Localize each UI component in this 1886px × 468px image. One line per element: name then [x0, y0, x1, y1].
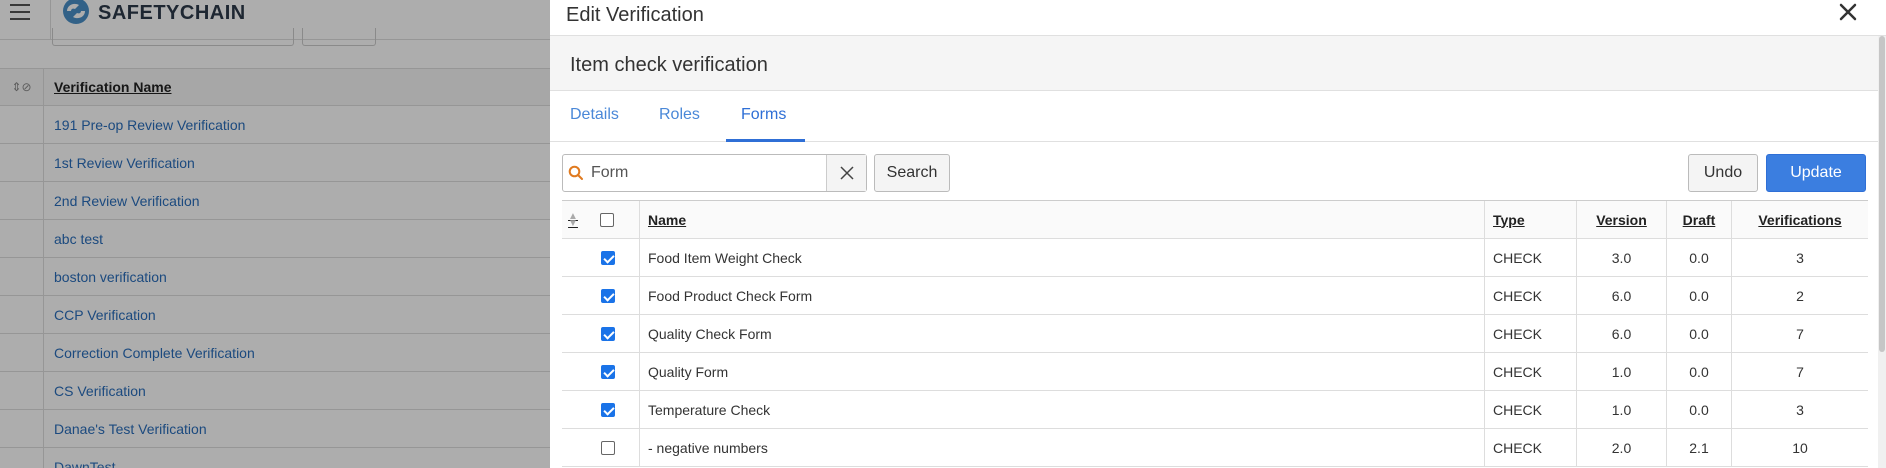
search-field[interactable] — [562, 154, 867, 192]
column-version[interactable]: Version — [1577, 201, 1667, 238]
edit-verification-dialog: Edit Verification Item check verificatio… — [550, 0, 1886, 468]
close-icon[interactable] — [1836, 0, 1860, 24]
forms-toolbar: Search Undo Update — [562, 154, 1872, 192]
table-row[interactable]: Food Product Check Form CHECK 6.0 0.0 2 — [562, 277, 1868, 315]
search-input[interactable] — [589, 158, 819, 188]
form-version: 2.0 — [1577, 429, 1667, 466]
clear-icon — [839, 166, 854, 180]
dialog-tabs: Details Roles Forms — [550, 91, 1886, 142]
form-type: CHECK — [1485, 353, 1577, 390]
row-select — [562, 277, 640, 314]
form-name: Food Item Weight Check — [640, 239, 1485, 276]
update-button[interactable]: Update — [1766, 154, 1866, 192]
form-type: CHECK — [1485, 277, 1577, 314]
form-verifications: 7 — [1796, 363, 1804, 380]
search-icon — [563, 154, 589, 192]
form-type: CHECK — [1485, 315, 1577, 352]
tab-details[interactable]: Details — [570, 106, 619, 124]
table-row[interactable]: Quality Form CHECK 1.0 0.0 7 — [562, 353, 1868, 391]
row-select — [562, 391, 640, 428]
row-checkbox[interactable] — [601, 364, 615, 379]
dialog-titlebar: Edit Verification — [550, 0, 1886, 36]
form-draft: 0.0 — [1667, 353, 1732, 390]
column-type[interactable]: Type — [1485, 201, 1577, 238]
form-draft: 0.0 — [1667, 239, 1732, 276]
search-button[interactable]: Search — [874, 154, 950, 192]
form-name: Quality Form — [640, 353, 1485, 390]
form-version: 3.0 — [1577, 239, 1667, 276]
form-draft: 0.0 — [1667, 277, 1732, 314]
table-row[interactable]: Food Item Weight Check CHECK 3.0 0.0 3 — [562, 239, 1868, 277]
row-checkbox[interactable] — [601, 440, 615, 455]
column-name[interactable]: Name — [640, 201, 1485, 238]
form-type: CHECK — [1485, 429, 1577, 466]
row-select — [562, 315, 640, 352]
form-type: CHECK — [1485, 391, 1577, 428]
form-verifications: 10 — [1792, 439, 1808, 456]
row-checkbox[interactable] — [601, 288, 615, 303]
select-all-checkbox[interactable] — [600, 212, 614, 227]
form-verifications: 7 — [1796, 325, 1804, 342]
dialog-subheader: Item check verification — [550, 36, 1886, 91]
form-verifications: 3 — [1796, 249, 1804, 266]
form-name: - negative numbers — [640, 429, 1485, 466]
row-checkbox[interactable] — [601, 402, 615, 417]
form-version: 1.0 — [1577, 353, 1667, 390]
form-version: 6.0 — [1577, 315, 1667, 352]
dialog-title: Edit Verification — [566, 4, 704, 26]
verification-name-title: Item check verification — [570, 54, 768, 76]
column-draft[interactable]: Draft — [1667, 201, 1732, 238]
row-select — [562, 239, 640, 276]
row-checkbox[interactable] — [601, 326, 615, 341]
form-verifications: 2 — [1796, 287, 1804, 304]
row-select — [562, 353, 640, 390]
table-row[interactable]: Quality Check Form CHECK 6.0 0.0 7 — [562, 315, 1868, 353]
table-header: ▲ ▼ Name Type Version Draft Verifications — [562, 201, 1868, 239]
scrollbar-thumb[interactable] — [1879, 36, 1885, 352]
form-verifications: 3 — [1796, 401, 1804, 418]
form-type: CHECK — [1485, 239, 1577, 276]
table-row[interactable]: Temperature Check CHECK 1.0 0.0 3 — [562, 391, 1868, 429]
row-select — [562, 429, 640, 466]
clear-search-button[interactable] — [826, 155, 866, 191]
form-name: Temperature Check — [640, 391, 1485, 428]
form-draft: 0.0 — [1667, 391, 1732, 428]
form-version: 1.0 — [1577, 391, 1667, 428]
dialog-scrollbar[interactable] — [1878, 36, 1886, 468]
row-checkbox[interactable] — [601, 250, 615, 265]
tab-forms[interactable]: Forms — [741, 106, 786, 124]
form-name: Food Product Check Form — [640, 277, 1485, 314]
forms-table: ▲ ▼ Name Type Version Draft Verifications… — [562, 200, 1868, 467]
table-row[interactable]: - negative numbers CHECK 2.0 2.1 10 — [562, 429, 1868, 467]
sort-icon[interactable]: ▲ ▼ — [562, 211, 584, 228]
form-draft: 2.1 — [1667, 429, 1732, 466]
form-version: 6.0 — [1577, 277, 1667, 314]
undo-button[interactable]: Undo — [1688, 154, 1758, 192]
active-tab-indicator — [726, 139, 805, 142]
tab-roles[interactable]: Roles — [659, 106, 700, 124]
column-verifications[interactable]: Verifications — [1732, 201, 1868, 238]
form-name: Quality Check Form — [640, 315, 1485, 352]
select-column-header: ▲ ▼ — [562, 201, 640, 238]
form-draft: 0.0 — [1667, 315, 1732, 352]
